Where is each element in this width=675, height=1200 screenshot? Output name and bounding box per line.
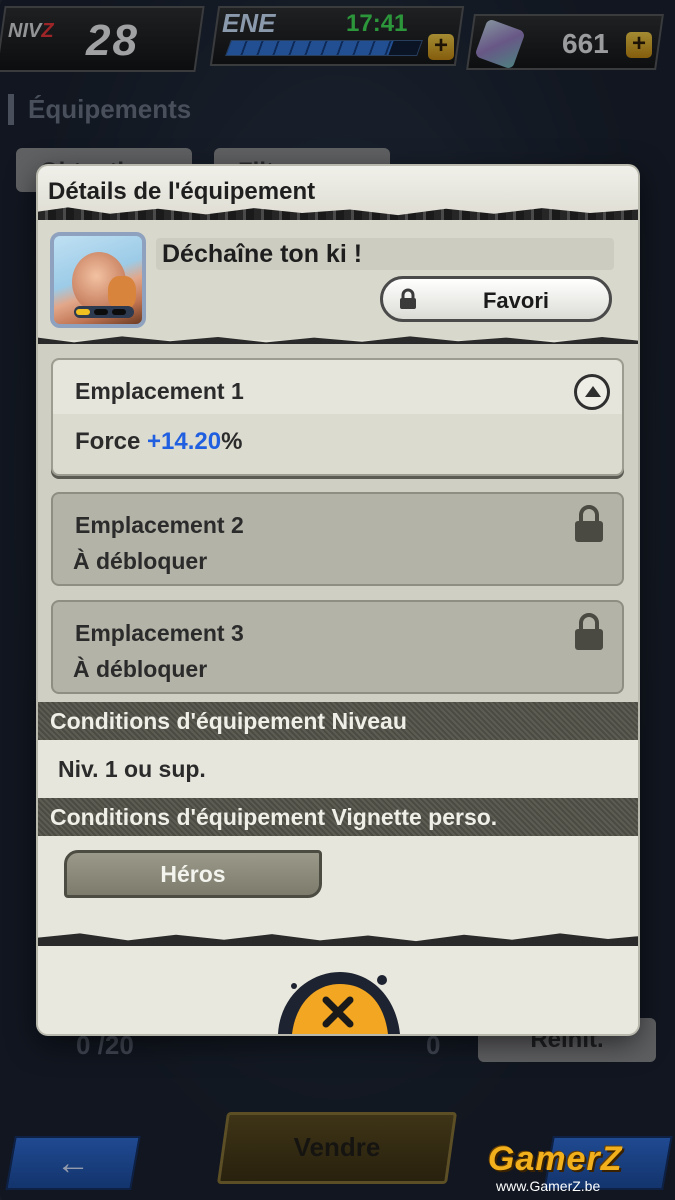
level-condition-value: Niv. 1 ou sup. bbox=[58, 756, 206, 782]
character-condition-body: Héros bbox=[38, 836, 638, 944]
level-condition-header: Conditions d'équipement Niveau bbox=[38, 702, 638, 740]
level-condition-body: Niv. 1 ou sup. bbox=[38, 740, 638, 798]
slots-area: Emplacement 1 Force +14.20% Emplacement … bbox=[38, 344, 638, 704]
hero-tag: Héros bbox=[64, 850, 322, 898]
item-name: Déchaîne ton ki ! bbox=[156, 238, 614, 270]
lock-icon bbox=[575, 613, 603, 650]
character-condition-header: Conditions d'équipement Vignette perso. bbox=[38, 798, 638, 836]
close-icon[interactable] bbox=[270, 966, 406, 1034]
favorite-button[interactable]: Favori bbox=[380, 276, 612, 322]
collapse-icon[interactable] bbox=[574, 374, 610, 410]
slot-3-status: À débloquer bbox=[73, 656, 208, 682]
thumbnail-slot-indicators bbox=[74, 306, 134, 318]
slot-2-status: À débloquer bbox=[73, 548, 208, 574]
lock-icon bbox=[400, 288, 416, 309]
stat-name: Force bbox=[75, 428, 148, 455]
equipment-details-modal: Détails de l'équipement Déchaîne ton ki … bbox=[38, 166, 638, 1034]
item-thumbnail[interactable] bbox=[50, 232, 146, 328]
slot-1-stat: Force +14.20% bbox=[75, 428, 242, 456]
slot-1-title: Emplacement 1 bbox=[75, 378, 244, 404]
thumbnail-hand bbox=[108, 276, 136, 310]
slot-3-title: Emplacement 3 bbox=[75, 620, 244, 646]
stat-unit: % bbox=[221, 428, 243, 455]
slot-2-title: Emplacement 2 bbox=[75, 512, 244, 538]
favorite-label: Favori bbox=[482, 288, 550, 313]
slot-3[interactable]: Emplacement 3 À débloquer bbox=[51, 600, 624, 694]
watermark-logo: GamerZ bbox=[488, 1140, 623, 1178]
stat-value: +14.20 bbox=[147, 428, 222, 455]
slot-1-header: Emplacement 1 bbox=[53, 360, 622, 414]
slot-1[interactable]: Emplacement 1 Force +14.20% bbox=[51, 358, 624, 476]
modal-title: Détails de l'équipement bbox=[48, 178, 316, 205]
modal-header: Détails de l'équipement bbox=[38, 166, 638, 220]
watermark-url: www.GamerZ.be bbox=[496, 1178, 601, 1194]
slot-2[interactable]: Emplacement 2 À débloquer bbox=[51, 492, 624, 586]
lock-icon bbox=[575, 505, 603, 542]
